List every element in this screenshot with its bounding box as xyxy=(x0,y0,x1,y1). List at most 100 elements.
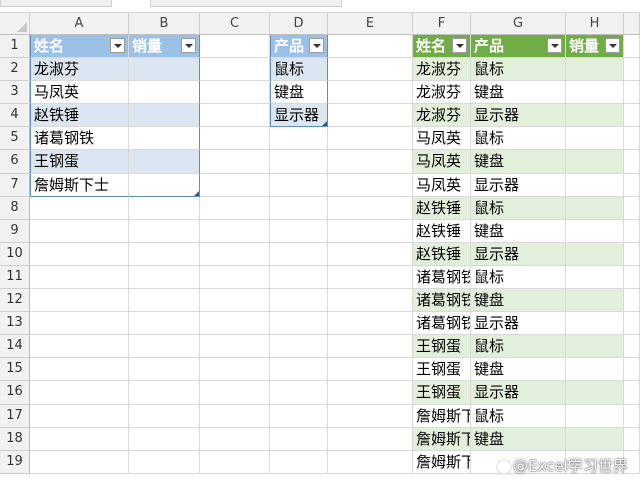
cell[interactable] xyxy=(30,427,129,451)
table3-sales-cell[interactable] xyxy=(566,404,624,428)
cell[interactable] xyxy=(30,450,129,474)
table3-sales-cell[interactable] xyxy=(566,312,624,336)
cell[interactable] xyxy=(129,312,200,336)
cell[interactable] xyxy=(328,381,413,405)
column-header-H[interactable]: H xyxy=(566,13,624,35)
table1-header-sales[interactable]: 销量 xyxy=(129,35,200,59)
cell[interactable] xyxy=(270,127,328,151)
cell[interactable] xyxy=(129,358,200,382)
cell[interactable] xyxy=(30,335,129,359)
row-header-19[interactable]: 19 xyxy=(0,450,30,474)
row-header-14[interactable]: 14 xyxy=(0,335,30,359)
table3-product-cell[interactable]: 显示器 xyxy=(471,381,566,405)
table3-sales-cell[interactable] xyxy=(566,58,624,82)
cell[interactable] xyxy=(200,381,270,405)
cell[interactable] xyxy=(328,104,413,128)
table3-header-name[interactable]: 姓名 xyxy=(413,35,471,59)
select-all-icon[interactable] xyxy=(17,22,27,32)
table1-name-cell[interactable]: 龙淑芬 xyxy=(30,58,129,82)
table3-sales-cell[interactable] xyxy=(566,173,624,197)
table3-name-cell[interactable]: 王钢蛋 xyxy=(413,358,471,382)
cell[interactable] xyxy=(200,427,270,451)
cell[interactable] xyxy=(270,219,328,243)
cell[interactable] xyxy=(328,427,413,451)
cell[interactable] xyxy=(200,404,270,428)
table3-product-cell[interactable]: 键盘 xyxy=(471,289,566,313)
cell[interactable] xyxy=(328,81,413,105)
cell[interactable] xyxy=(200,173,270,197)
table3-name-cell[interactable]: 赵铁锤 xyxy=(413,242,471,266)
cell[interactable] xyxy=(270,427,328,451)
cell[interactable] xyxy=(30,265,129,290)
row-header-6[interactable]: 6 xyxy=(0,150,30,174)
cell[interactable] xyxy=(270,242,328,266)
cell[interactable] xyxy=(270,289,328,313)
table3-sales-cell[interactable] xyxy=(566,127,624,151)
table3-sales-cell[interactable] xyxy=(566,242,624,266)
cell[interactable] xyxy=(270,312,328,336)
table2-product-cell[interactable]: 显示器 xyxy=(270,104,328,128)
cell[interactable] xyxy=(129,219,200,243)
filter-dropdown-product2-icon[interactable] xyxy=(547,38,562,53)
table2-product-cell[interactable]: 鼠标 xyxy=(270,58,328,82)
cell[interactable] xyxy=(270,404,328,428)
table1-name-cell[interactable]: 诸葛钢铁 xyxy=(30,127,129,151)
table3-sales-cell[interactable] xyxy=(566,81,624,105)
table-resize-handle[interactable] xyxy=(194,190,199,196)
cell[interactable] xyxy=(270,358,328,382)
row-header-16[interactable]: 16 xyxy=(0,381,30,405)
table3-sales-cell[interactable] xyxy=(566,196,624,220)
cell[interactable] xyxy=(200,450,270,474)
table3-product-cell[interactable]: 键盘 xyxy=(471,427,566,451)
table3-header-sales[interactable]: 销量 xyxy=(566,35,624,59)
table1-header-name[interactable]: 姓名 xyxy=(30,35,129,59)
table3-name-cell[interactable]: 马凤英 xyxy=(413,127,471,151)
cell[interactable] xyxy=(328,358,413,382)
table3-product-cell[interactable]: 键盘 xyxy=(471,150,566,174)
cell[interactable] xyxy=(129,404,200,428)
cell[interactable] xyxy=(270,150,328,174)
cell[interactable] xyxy=(328,127,413,151)
table3-product-cell[interactable]: 鼠标 xyxy=(471,127,566,151)
row-header-11[interactable]: 11 xyxy=(0,265,30,290)
table1-name-cell[interactable]: 王钢蛋 xyxy=(30,150,129,174)
cell[interactable] xyxy=(200,289,270,313)
cell[interactable] xyxy=(200,335,270,359)
cell[interactable] xyxy=(30,381,129,405)
table3-sales-cell[interactable] xyxy=(566,104,624,128)
row-header-2[interactable]: 2 xyxy=(0,58,30,82)
table1-sales-cell[interactable] xyxy=(129,173,200,197)
row-header-3[interactable]: 3 xyxy=(0,81,30,105)
cell[interactable] xyxy=(200,35,270,59)
cell[interactable] xyxy=(30,196,129,220)
table3-name-cell[interactable]: 詹姆斯下士 xyxy=(413,404,471,428)
table-resize-handle[interactable] xyxy=(322,121,327,127)
filter-dropdown-name2-icon[interactable] xyxy=(452,38,467,53)
table3-sales-cell[interactable] xyxy=(566,289,624,313)
table2-product-cell[interactable]: 键盘 xyxy=(270,81,328,105)
table3-product-cell[interactable]: 鼠标 xyxy=(471,58,566,82)
cell[interactable] xyxy=(200,127,270,151)
cell[interactable] xyxy=(30,219,129,243)
cell[interactable] xyxy=(200,219,270,243)
table3-header-product[interactable]: 产品 xyxy=(471,35,566,59)
cell[interactable] xyxy=(129,335,200,359)
table3-sales-cell[interactable] xyxy=(566,358,624,382)
cell[interactable] xyxy=(328,289,413,313)
table3-name-cell[interactable]: 赵铁锤 xyxy=(413,196,471,220)
table3-product-cell[interactable]: 显示器 xyxy=(471,104,566,128)
column-header-C[interactable]: C xyxy=(200,13,270,35)
table1-sales-cell[interactable] xyxy=(129,127,200,151)
table3-name-cell[interactable]: 王钢蛋 xyxy=(413,381,471,405)
row-header-5[interactable]: 5 xyxy=(0,127,30,151)
table1-name-cell[interactable]: 赵铁锤 xyxy=(30,104,129,128)
table3-name-cell[interactable]: 马凤英 xyxy=(413,173,471,197)
cell[interactable] xyxy=(270,335,328,359)
table3-name-cell[interactable]: 诸葛钢铁 xyxy=(413,265,471,290)
row-header-10[interactable]: 10 xyxy=(0,242,30,266)
cell[interactable] xyxy=(200,358,270,382)
row-header-18[interactable]: 18 xyxy=(0,427,30,451)
cell[interactable] xyxy=(200,312,270,336)
cell[interactable] xyxy=(30,312,129,336)
table3-product-cell[interactable]: 鼠标 xyxy=(471,335,566,359)
